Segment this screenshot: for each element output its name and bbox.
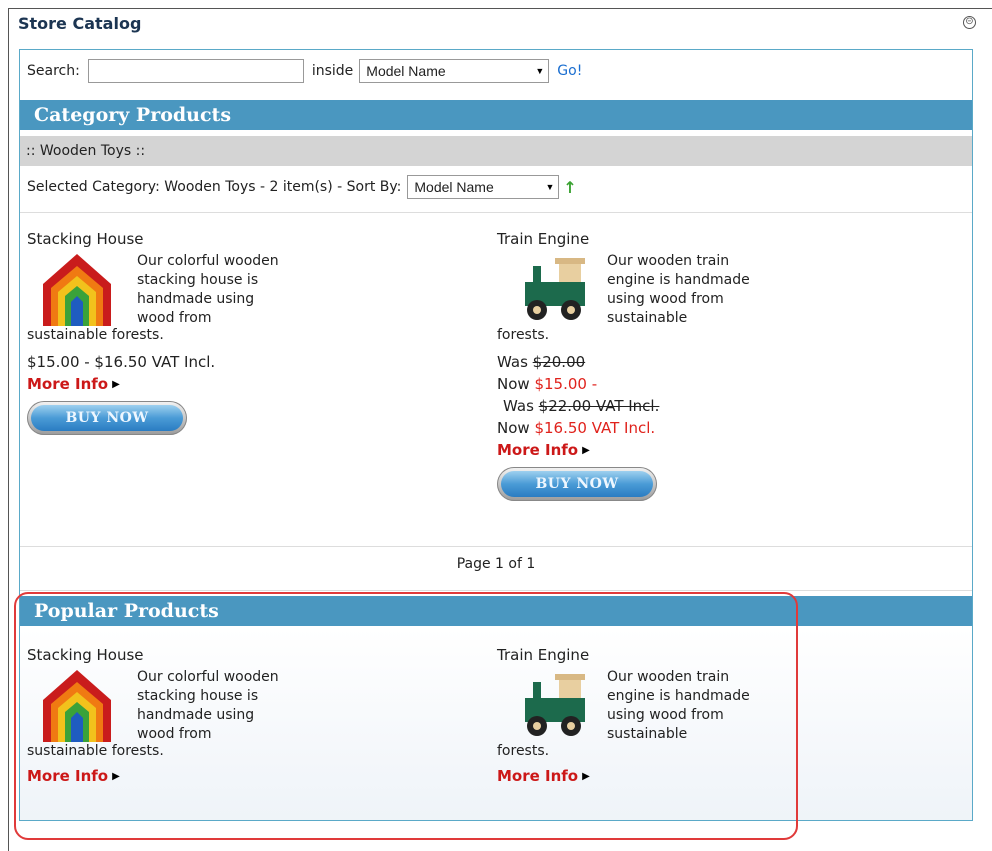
stacking-house-icon[interactable]	[41, 668, 113, 742]
product-name: Train Engine	[497, 646, 590, 664]
popular-product-card: Train Engine Our wooden train engine is …	[497, 646, 797, 785]
search-label: Search:	[27, 63, 80, 79]
product-description: Our colorful wooden stacking house is ha…	[137, 669, 279, 742]
product-card: Stacking House Our colorful wooden stack…	[27, 230, 327, 435]
pager: Page 1 of 1	[456, 556, 536, 572]
chevron-down-icon: ▼	[535, 66, 545, 76]
product-description-tail: forests.	[497, 743, 550, 759]
divider	[20, 212, 972, 213]
product-price: $15.00 - $16.50 VAT Incl.	[27, 353, 216, 371]
was-label: Was	[497, 353, 528, 371]
price-dash: -	[591, 375, 598, 393]
divider	[20, 590, 972, 591]
more-info-label: More Info	[497, 767, 579, 785]
now-price: $16.50 VAT Incl.	[534, 419, 656, 437]
was-price: $20.00	[532, 353, 586, 371]
product-description-tail: sustainable forests.	[27, 743, 164, 759]
popular-product-card: Stacking House Our colorful wooden stack…	[27, 646, 327, 785]
more-info-label: More Info	[497, 441, 579, 459]
catalog-content: Search: inside Model Name ▼ Go! Category…	[19, 49, 973, 821]
search-input[interactable]	[87, 59, 304, 83]
product-name: Stacking House	[27, 230, 144, 248]
more-info-link[interactable]: More Info ▶	[27, 375, 120, 393]
triangle-right-icon: ▶	[582, 444, 590, 456]
more-info-label: More Info	[27, 375, 109, 393]
stacking-house-icon[interactable]	[41, 252, 113, 326]
inside-label: inside	[311, 63, 354, 79]
collapse-icon[interactable]: ⊝	[963, 16, 976, 29]
go-link[interactable]: Go!	[557, 63, 582, 79]
product-price: Was $20.00 Now $15.00 - Was $22.00 VAT I…	[497, 351, 797, 439]
product-name: Stacking House	[27, 646, 144, 664]
buy-now-button[interactable]: BUY NOW	[497, 467, 657, 501]
product-description: Our wooden train engine is handmade usin…	[607, 669, 750, 742]
product-card: Train Engine Our wooden train engine is …	[497, 230, 797, 501]
more-info-label: More Info	[27, 767, 109, 785]
search-field-select[interactable]: Model Name ▼	[359, 59, 550, 83]
triangle-right-icon: ▶	[582, 770, 590, 782]
buy-now-label: BUY NOW	[31, 405, 183, 431]
buy-now-label: BUY NOW	[501, 471, 653, 497]
more-info-link[interactable]: More Info ▶	[27, 767, 120, 785]
triangle-right-icon: ▶	[112, 378, 120, 390]
now-price: $15.00	[534, 375, 587, 393]
popular-products-header: Popular Products	[20, 596, 972, 626]
train-engine-icon[interactable]	[519, 252, 591, 326]
sort-value: Model Name	[414, 179, 494, 195]
category-products-header: Category Products	[20, 100, 972, 130]
sort-ascending-icon[interactable]: ↑	[563, 178, 576, 197]
more-info-link[interactable]: More Info ▶	[497, 441, 590, 459]
product-description: Our wooden train engine is handmade usin…	[607, 253, 750, 326]
now-label: Now	[497, 419, 530, 437]
buy-now-button[interactable]: BUY NOW	[27, 401, 187, 435]
category-breadcrumb: :: Wooden Toys ::	[20, 136, 972, 166]
product-description: Our colorful wooden stacking house is ha…	[137, 253, 279, 326]
sort-row: Selected Category: Wooden Toys - 2 item(…	[27, 174, 577, 200]
triangle-right-icon: ▶	[112, 770, 120, 782]
product-name: Train Engine	[497, 230, 590, 248]
product-description-tail: forests.	[497, 327, 550, 343]
more-info-link[interactable]: More Info ▶	[497, 767, 590, 785]
search-row: Search: inside Model Name ▼ Go!	[27, 58, 582, 84]
panel-title: Store Catalog	[18, 14, 142, 33]
category-summary: Selected Category: Wooden Toys - 2 item(…	[27, 179, 402, 195]
product-description-tail: sustainable forests.	[27, 327, 164, 343]
sort-select[interactable]: Model Name ▼	[407, 175, 560, 199]
was-label: Was	[503, 397, 534, 415]
search-field-value: Model Name	[366, 63, 446, 79]
divider	[20, 546, 972, 547]
train-engine-icon[interactable]	[519, 668, 591, 742]
chevron-down-icon: ▼	[545, 182, 555, 192]
now-label: Now	[497, 375, 530, 393]
was-price: $22.00 VAT Incl.	[538, 397, 660, 415]
